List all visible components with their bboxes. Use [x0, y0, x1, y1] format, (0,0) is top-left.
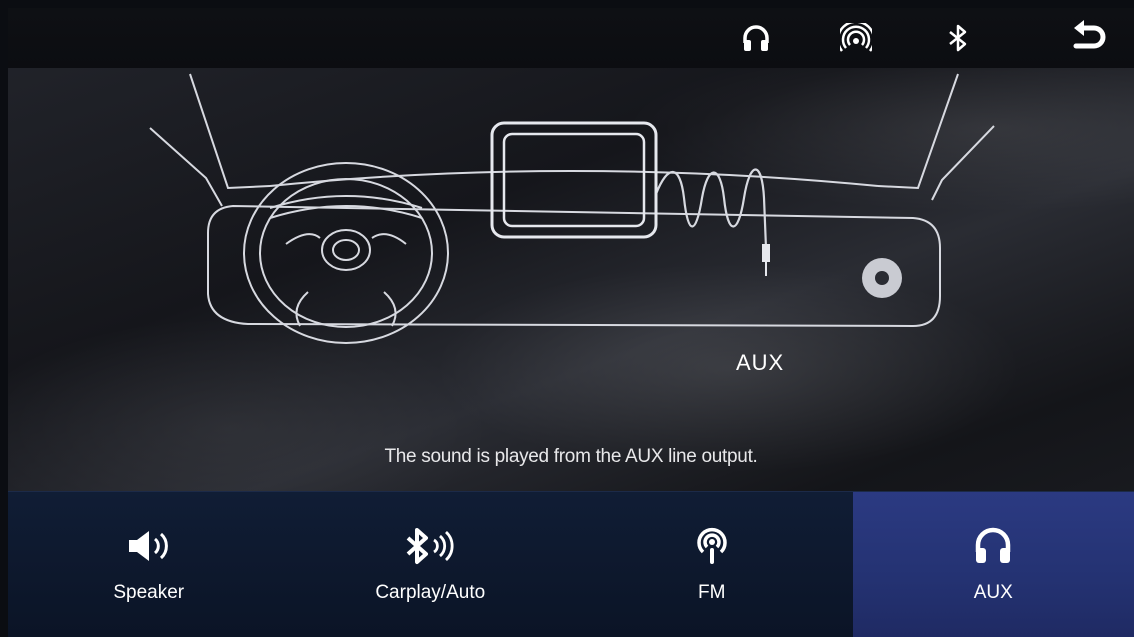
headphones-icon[interactable] — [738, 20, 774, 56]
status-message: The sound is played from the AUX line ou… — [384, 446, 758, 467]
screen: AUX The sound is played from the AUX lin… — [8, 8, 1134, 637]
audio-output-tabs: Speaker Carplay/Auto FM AUX — [8, 491, 1134, 637]
dashboard-illustration: AUX — [8, 68, 1134, 398]
tab-carplay-auto[interactable]: Carplay/Auto — [290, 492, 572, 637]
bluetooth-icon[interactable] — [940, 20, 976, 56]
tab-label: AUX — [973, 582, 1013, 603]
tab-label: Carplay/Auto — [375, 582, 486, 603]
tab-aux[interactable]: AUX — [852, 492, 1134, 637]
tab-fm[interactable]: FM — [571, 492, 853, 637]
fm-radio-icon — [694, 526, 730, 566]
tab-label: FM — [698, 582, 726, 603]
top-status-bar — [8, 8, 1134, 68]
headphones-icon — [973, 526, 1013, 566]
car-dashboard-drawing — [149, 73, 995, 344]
tab-speaker[interactable]: Speaker — [8, 492, 290, 637]
tab-label: Speaker — [113, 582, 185, 603]
speaker-icon — [125, 526, 173, 566]
radio-broadcast-icon[interactable] — [838, 20, 874, 56]
aux-port-label: AUX — [736, 350, 785, 375]
bluetooth-audio-icon — [400, 526, 460, 566]
back-arrow-icon[interactable] — [1066, 20, 1110, 56]
